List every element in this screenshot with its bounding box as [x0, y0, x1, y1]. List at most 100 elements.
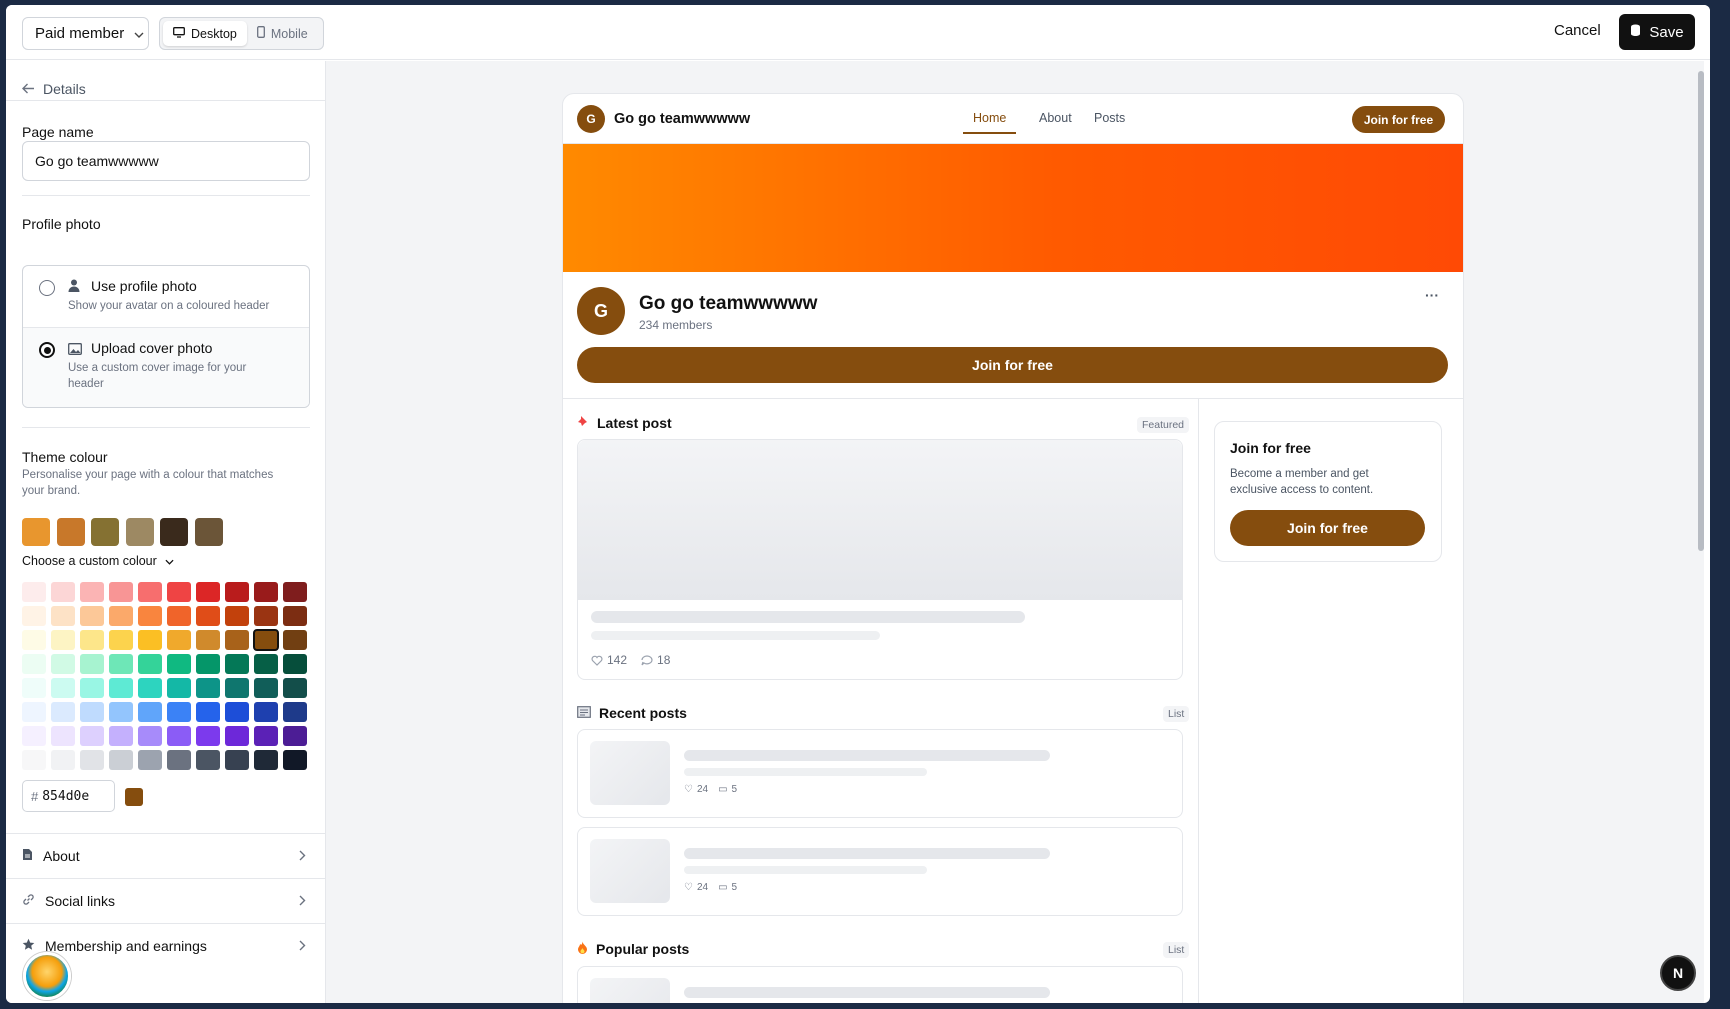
- palette-swatch[interactable]: [109, 582, 133, 602]
- palette-swatch[interactable]: [51, 630, 75, 650]
- palette-swatch[interactable]: [254, 678, 278, 698]
- radio-selected[interactable]: [39, 342, 55, 358]
- join-nav-button[interactable]: Join for free: [1352, 106, 1445, 133]
- palette-swatch[interactable]: [254, 750, 278, 770]
- palette-swatch[interactable]: [254, 582, 278, 602]
- palette-swatch[interactable]: [138, 726, 162, 746]
- palette-swatch[interactable]: [167, 750, 191, 770]
- palette-swatch[interactable]: [254, 726, 278, 746]
- palette-swatch[interactable]: [80, 582, 104, 602]
- join-card-button[interactable]: Join for free: [1230, 510, 1425, 546]
- palette-swatch[interactable]: [138, 606, 162, 626]
- palette-swatch[interactable]: [109, 750, 133, 770]
- palette-swatch[interactable]: [225, 606, 249, 626]
- palette-swatch[interactable]: [283, 630, 307, 650]
- palette-swatch[interactable]: [138, 582, 162, 602]
- palette-swatch[interactable]: [196, 702, 220, 722]
- mobile-toggle[interactable]: Mobile: [247, 21, 318, 46]
- palette-swatch[interactable]: [283, 726, 307, 746]
- palette-swatch[interactable]: [196, 630, 220, 650]
- nav-posts[interactable]: Posts: [1094, 111, 1125, 125]
- palette-swatch[interactable]: [138, 630, 162, 650]
- palette-swatch[interactable]: [196, 582, 220, 602]
- palette-swatch[interactable]: [22, 750, 46, 770]
- use-profile-photo-option[interactable]: Use profile photo Show your avatar on a …: [23, 266, 309, 328]
- recent-post-card[interactable]: ♡ 24 ▭ 5: [577, 729, 1183, 818]
- desktop-toggle[interactable]: Desktop: [163, 21, 247, 46]
- palette-swatch[interactable]: [80, 726, 104, 746]
- palette-swatch[interactable]: [225, 654, 249, 674]
- palette-swatch[interactable]: [109, 726, 133, 746]
- palette-swatch[interactable]: [51, 702, 75, 722]
- social-links-row[interactable]: Social links: [6, 878, 325, 923]
- back-to-details-link[interactable]: Details: [22, 81, 86, 97]
- palette-swatch[interactable]: [167, 606, 191, 626]
- palette-swatch[interactable]: [196, 726, 220, 746]
- nav-about[interactable]: About: [1039, 111, 1072, 125]
- palette-swatch[interactable]: [109, 678, 133, 698]
- palette-swatch[interactable]: [51, 726, 75, 746]
- palette-swatch[interactable]: [22, 702, 46, 722]
- palette-swatch[interactable]: [253, 629, 279, 651]
- join-main-button[interactable]: Join for free: [577, 347, 1448, 383]
- palette-swatch[interactable]: [22, 606, 46, 626]
- popular-post-card[interactable]: [577, 966, 1183, 1003]
- palette-swatch[interactable]: [167, 582, 191, 602]
- palette-swatch[interactable]: [283, 654, 307, 674]
- custom-colour-toggle[interactable]: Choose a custom colour: [22, 554, 174, 568]
- radio-unselected[interactable]: [39, 280, 55, 296]
- cancel-button[interactable]: Cancel: [1554, 22, 1601, 39]
- palette-swatch[interactable]: [167, 654, 191, 674]
- palette-swatch[interactable]: [80, 702, 104, 722]
- palette-swatch[interactable]: [109, 702, 133, 722]
- palette-swatch[interactable]: [283, 750, 307, 770]
- palette-swatch[interactable]: [283, 582, 307, 602]
- latest-post-card[interactable]: 142 18: [577, 439, 1183, 680]
- palette-swatch[interactable]: [138, 678, 162, 698]
- palette-swatch[interactable]: [225, 726, 249, 746]
- palette-swatch[interactable]: [167, 630, 191, 650]
- palette-swatch[interactable]: [80, 678, 104, 698]
- palette-swatch[interactable]: [22, 726, 46, 746]
- palette-swatch[interactable]: [138, 702, 162, 722]
- scrollbar-thumb[interactable]: [1698, 71, 1704, 551]
- nav-home[interactable]: Home: [963, 111, 1017, 134]
- palette-swatch[interactable]: [283, 702, 307, 722]
- palette-swatch[interactable]: [109, 606, 133, 626]
- palette-swatch[interactable]: [51, 582, 75, 602]
- page-name-input[interactable]: Go go teamwwwww: [22, 141, 310, 181]
- about-section-row[interactable]: About: [6, 833, 325, 878]
- palette-swatch[interactable]: [283, 678, 307, 698]
- palette-swatch[interactable]: [22, 630, 46, 650]
- scrollbar[interactable]: [1698, 63, 1706, 963]
- palette-swatch[interactable]: [196, 750, 220, 770]
- palette-swatch[interactable]: [196, 654, 220, 674]
- palette-swatch[interactable]: [51, 606, 75, 626]
- palette-swatch[interactable]: [51, 678, 75, 698]
- palette-swatch[interactable]: [225, 582, 249, 602]
- palette-swatch[interactable]: [167, 726, 191, 746]
- palette-swatch[interactable]: [51, 654, 75, 674]
- preset-swatch[interactable]: [160, 518, 188, 546]
- palette-swatch[interactable]: [283, 606, 307, 626]
- palette-swatch[interactable]: [254, 654, 278, 674]
- palette-swatch[interactable]: [167, 702, 191, 722]
- palette-swatch[interactable]: [109, 630, 133, 650]
- palette-swatch[interactable]: [138, 654, 162, 674]
- palette-swatch[interactable]: [109, 654, 133, 674]
- palette-swatch[interactable]: [138, 750, 162, 770]
- save-button[interactable]: Save: [1619, 14, 1695, 50]
- more-icon[interactable]: ···: [1425, 287, 1439, 303]
- palette-swatch[interactable]: [225, 702, 249, 722]
- palette-swatch[interactable]: [22, 678, 46, 698]
- upload-cover-photo-option[interactable]: Upload cover photo Use a custom cover im…: [23, 328, 309, 407]
- preset-swatch[interactable]: [125, 518, 154, 546]
- palette-swatch[interactable]: [225, 630, 249, 650]
- palette-swatch[interactable]: [22, 654, 46, 674]
- palette-swatch[interactable]: [167, 678, 191, 698]
- preset-swatch[interactable]: [56, 518, 85, 546]
- recent-post-card[interactable]: ♡ 24 ▭ 5: [577, 827, 1183, 916]
- palette-swatch[interactable]: [51, 750, 75, 770]
- palette-swatch[interactable]: [80, 654, 104, 674]
- palette-swatch[interactable]: [225, 678, 249, 698]
